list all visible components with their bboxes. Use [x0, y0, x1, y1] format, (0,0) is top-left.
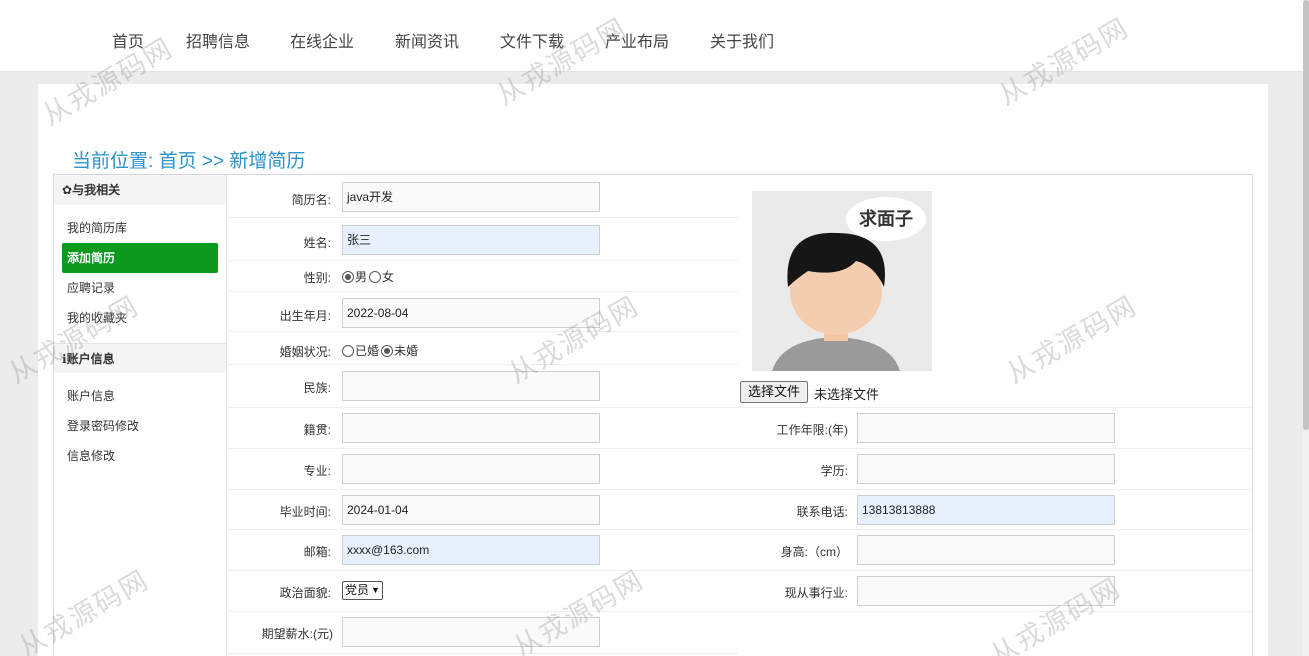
sidebar-item-favorites[interactable]: 我的收藏夹 — [62, 303, 218, 333]
industry-label: 现从事行业: — [784, 586, 848, 600]
sidebar-section-related: ✿与我相关 — [54, 175, 226, 205]
phone-input[interactable]: 13813813888 — [857, 495, 1115, 525]
email-label: 邮箱: — [303, 545, 331, 559]
gender-male-label: 男 — [355, 270, 368, 284]
resume-panel: ✿与我相关 我的简历库 添加简历 应聘记录 我的收藏夹 ℹ账户信息 账户信息 登… — [53, 174, 1253, 656]
breadcrumb: 当前位置: 首页 >> 新增简历 — [72, 146, 305, 173]
education-input[interactable] — [857, 454, 1115, 484]
grad-time-label: 毕业时间: — [279, 505, 331, 519]
resume-name-input[interactable]: java开发 — [342, 182, 600, 212]
sidebar-item-change-password[interactable]: 登录密码修改 — [62, 411, 218, 441]
sidebar-section-title: 账户信息 — [66, 352, 115, 366]
breadcrumb-separator: >> — [201, 151, 225, 172]
sidebar-section-account: ℹ账户信息 — [54, 343, 226, 373]
political-select[interactable]: 党员 ▼ — [342, 581, 383, 600]
marital-radio-group: 已婚 未婚 — [342, 342, 418, 359]
major-label: 专业: — [303, 464, 331, 478]
email-input[interactable]: xxxx@163.com — [342, 535, 600, 565]
grad-time-input[interactable]: 2024-01-04 — [342, 495, 600, 525]
birth-label: 出生年月: — [279, 309, 331, 323]
gender-label: 性别: — [303, 271, 331, 285]
top-nav: 首页 招聘信息 在线企业 新闻资讯 文件下载 产业布局 关于我们 — [0, 0, 1303, 72]
marital-single-radio[interactable] — [381, 344, 394, 357]
education-label: 学历: — [820, 464, 848, 478]
gender-male-radio[interactable] — [342, 270, 354, 283]
avatar-photo: 求面子 — [752, 191, 932, 371]
choose-file-button[interactable]: 选择文件 — [740, 381, 809, 403]
nav-industry[interactable]: 产业布局 — [605, 28, 669, 52]
avatar-bubble-text: 求面子 — [859, 208, 913, 230]
page-scrollbar[interactable] — [1303, 0, 1309, 656]
name-label: 姓名: — [303, 236, 331, 250]
nav-home[interactable]: 首页 — [112, 28, 144, 52]
sidebar-item-applications[interactable]: 应聘记录 — [62, 273, 218, 303]
content-card: 当前位置: 首页 >> 新增简历 ✿与我相关 我的简历库 添加简历 应聘记录 我… — [38, 84, 1268, 656]
ethnicity-input[interactable] — [342, 371, 600, 401]
scrollbar-thumb[interactable] — [1303, 0, 1309, 430]
birth-input[interactable]: 2022-08-04 — [342, 298, 600, 328]
gear-icon: ✿ — [62, 183, 73, 197]
major-input[interactable] — [342, 454, 600, 484]
industry-input[interactable] — [857, 576, 1115, 606]
nav-companies[interactable]: 在线企业 — [290, 28, 354, 52]
native-place-label: 籍贯: — [303, 423, 331, 437]
nav-about[interactable]: 关于我们 — [710, 28, 774, 52]
marital-married-radio[interactable] — [342, 344, 354, 357]
work-years-label: 工作年限:(年) — [776, 423, 848, 437]
avatar-illustration: 求面子 — [752, 191, 932, 371]
chevron-down-icon: ▼ — [371, 585, 380, 595]
nav-news[interactable]: 新闻资讯 — [395, 28, 459, 52]
phone-label: 联系电话: — [796, 505, 848, 519]
work-years-input[interactable] — [857, 413, 1115, 443]
marital-single-label: 未婚 — [394, 344, 419, 358]
resume-form: 简历名: java开发 姓名: 张三 性别: 男 女 出生年月: 2022-08… — [228, 175, 1252, 656]
resume-name-label: 简历名: — [291, 193, 331, 207]
sidebar-item-my-resumes[interactable]: 我的简历库 — [62, 213, 218, 243]
sidebar-item-add-resume[interactable]: 添加简历 — [62, 243, 218, 273]
ethnicity-label: 民族: — [303, 381, 331, 395]
sidebar: ✿与我相关 我的简历库 添加简历 应聘记录 我的收藏夹 ℹ账户信息 账户信息 登… — [54, 175, 227, 656]
sidebar-item-account-info[interactable]: 账户信息 — [62, 381, 218, 411]
nav-jobs[interactable]: 招聘信息 — [186, 28, 250, 52]
gender-female-label: 女 — [382, 270, 395, 284]
sidebar-item-edit-info[interactable]: 信息修改 — [62, 441, 218, 471]
salary-label: 期望薪水:(元) — [261, 627, 333, 641]
political-label: 政治面貌: — [279, 586, 331, 600]
breadcrumb-home-link[interactable]: 首页 — [159, 151, 197, 172]
gender-female-radio[interactable] — [369, 270, 382, 283]
political-select-value: 党员 — [345, 583, 370, 597]
name-input[interactable]: 张三 — [342, 225, 600, 255]
height-label: 身高:（cm） — [780, 545, 848, 559]
file-status-text: 未选择文件 — [814, 387, 880, 402]
native-place-input[interactable] — [342, 413, 600, 443]
nav-downloads[interactable]: 文件下载 — [500, 28, 564, 52]
marital-label: 婚姻状况: — [279, 345, 331, 359]
breadcrumb-prefix: 当前位置: — [72, 151, 154, 172]
marital-married-label: 已婚 — [355, 344, 380, 358]
salary-input[interactable] — [342, 617, 600, 647]
sidebar-section-title: 与我相关 — [72, 183, 121, 197]
height-input[interactable] — [857, 535, 1115, 565]
gender-radio-group: 男 女 — [342, 268, 394, 285]
breadcrumb-current: 新增简历 — [229, 151, 306, 172]
